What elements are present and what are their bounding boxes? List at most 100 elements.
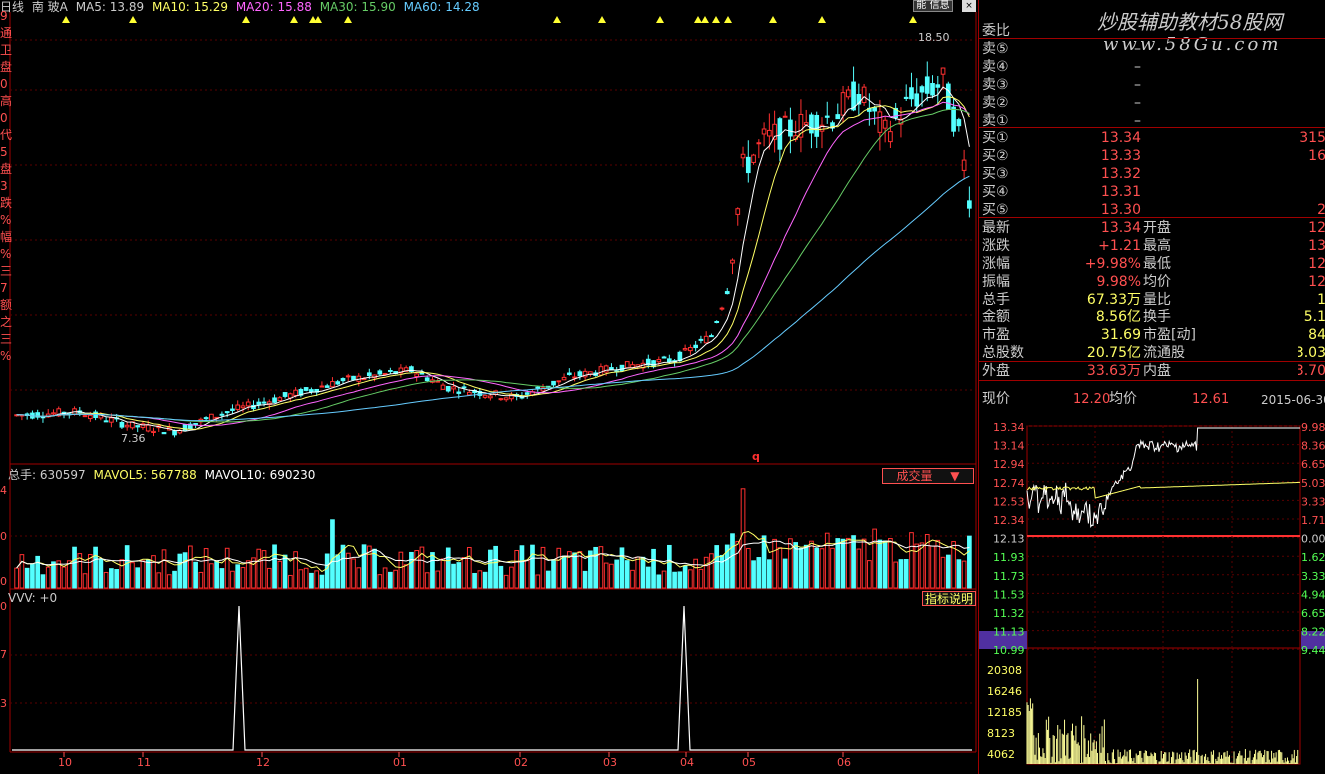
- volume-bar: [282, 554, 288, 589]
- volume-bar: [898, 559, 904, 589]
- candle-body: [914, 93, 920, 107]
- volume-bar: [661, 570, 667, 589]
- volume-bar: [461, 557, 467, 589]
- volume-bar: [30, 563, 35, 589]
- volume-bar: [119, 559, 125, 589]
- quote-label: 总手: [982, 291, 1010, 308]
- candle-body: [488, 395, 493, 399]
- intraday-pct-tick: 9.98: [1301, 421, 1325, 434]
- ma5-label: MA5: 13.89: [75, 0, 145, 14]
- left-axis-char: 卫: [0, 43, 13, 57]
- candle-body: [561, 376, 567, 381]
- quote-value: 13.32: [1100, 166, 1141, 183]
- candle-body: [903, 96, 909, 99]
- volume-bar: [261, 550, 267, 589]
- left-axis-char: 盘: [0, 60, 13, 74]
- candle-body: [877, 111, 883, 133]
- volume-bar: [772, 538, 777, 589]
- candle-body: [388, 369, 393, 372]
- candle-body: [124, 424, 130, 428]
- quote-value: –: [1134, 58, 1141, 75]
- left-axis-char: %: [0, 349, 12, 363]
- volume-bar: [645, 566, 651, 589]
- volume-bar: [593, 546, 598, 589]
- candle-body: [151, 430, 156, 433]
- intraday-axis-labels: 13.34 13.14 12.94 12.74 12.53 12.34 12.13 11.93…: [987, 421, 1325, 761]
- candle-body: [256, 401, 262, 405]
- intraday-price-tick: 11.13: [993, 626, 1025, 639]
- volume-bar: [903, 559, 909, 589]
- kline-chart-area[interactable]: 10 11 12 01 02 03 04 05 06: [0, 0, 978, 774]
- volume-bar: [472, 572, 477, 589]
- left-axis-char: 0: [0, 111, 8, 125]
- volume-bar: [714, 545, 720, 589]
- volume-bar: [709, 553, 714, 589]
- quote-label2: 内盘: [1143, 363, 1171, 380]
- quote-label2: 量比: [1143, 291, 1171, 308]
- volume-bar: [530, 544, 535, 589]
- volume-bar: [303, 567, 309, 589]
- quote-row: 买② 13.33 16: [979, 147, 1325, 165]
- quote-label2: 换手: [1143, 309, 1171, 326]
- volume-bar: [556, 547, 562, 589]
- volume-bar: [193, 561, 198, 589]
- mavol10-label: MAVOL10: 690230: [204, 468, 316, 482]
- volume-bar: [266, 567, 272, 589]
- volume-bar: [435, 570, 441, 589]
- candle-body: [224, 411, 230, 414]
- volume-bar: [251, 557, 256, 589]
- volume-bar: [298, 569, 304, 589]
- intraday-chart[interactable]: 13.34 13.14 12.94 12.74 12.53 12.34 12.13 11.93…: [979, 412, 1325, 774]
- volume-bar: [240, 567, 246, 589]
- candle-body: [119, 421, 125, 428]
- volume-bar: [524, 560, 530, 589]
- volume-bar: [130, 562, 135, 589]
- low-label: 7.36: [121, 432, 146, 445]
- intraday-vol-tick: 16246: [987, 685, 1022, 698]
- quote-row: 买④ 13.31: [979, 183, 1325, 201]
- candle-body: [345, 375, 351, 378]
- info-button[interactable]: 能 信息: [913, 0, 953, 12]
- intraday-price-tick: 13.14: [993, 440, 1025, 453]
- candle-body: [261, 401, 267, 404]
- quote-label: 卖④: [982, 58, 1009, 75]
- volume-bar: [156, 572, 162, 589]
- candle-body: [956, 119, 962, 127]
- left-axis-char: %: [0, 213, 12, 227]
- intraday-pct-tick: 6.65: [1301, 458, 1325, 471]
- volume-bar: [572, 552, 577, 589]
- ma10-label: MA10: 15.29: [151, 0, 228, 14]
- quote-row: 买① 13.34 315: [979, 129, 1325, 147]
- volume-bar: [66, 560, 72, 589]
- volume-bar: [845, 537, 851, 589]
- volume-bar: [509, 566, 514, 589]
- quote-label: 卖⑤: [982, 40, 1009, 57]
- volume-bar: [956, 559, 962, 589]
- volume-bar: [409, 551, 414, 589]
- volume-bar: [688, 569, 693, 589]
- quote-value2: 315: [1299, 130, 1325, 147]
- intraday-price-label: 现价: [982, 391, 1010, 407]
- candle-body: [445, 385, 451, 392]
- candle-body: [740, 153, 746, 159]
- volume-bar: [466, 547, 472, 589]
- quote-label2: 开盘: [1143, 219, 1171, 236]
- indicator-help-button[interactable]: 指标说明: [922, 591, 976, 606]
- quote-label: 买④: [982, 184, 1009, 201]
- stock-name: 南 玻A: [31, 0, 68, 14]
- volume-bar: [640, 556, 646, 589]
- volume-bar: [398, 551, 404, 589]
- volume-bar: [482, 571, 488, 589]
- candle-body: [240, 405, 246, 409]
- quote-label: 委比: [982, 23, 1010, 39]
- volume-bar: [87, 554, 93, 589]
- close-icon[interactable]: ×: [962, 0, 976, 12]
- quote-value: –: [1134, 94, 1141, 111]
- volume-bar: [940, 556, 946, 589]
- volume-bar: [372, 548, 377, 589]
- volume-selector[interactable]: 成交量 ▼: [882, 468, 974, 484]
- candle-body: [319, 385, 325, 388]
- candle-body: [456, 391, 462, 394]
- intraday-avg-label: 均价: [1109, 391, 1137, 407]
- volume-bar: [545, 570, 551, 589]
